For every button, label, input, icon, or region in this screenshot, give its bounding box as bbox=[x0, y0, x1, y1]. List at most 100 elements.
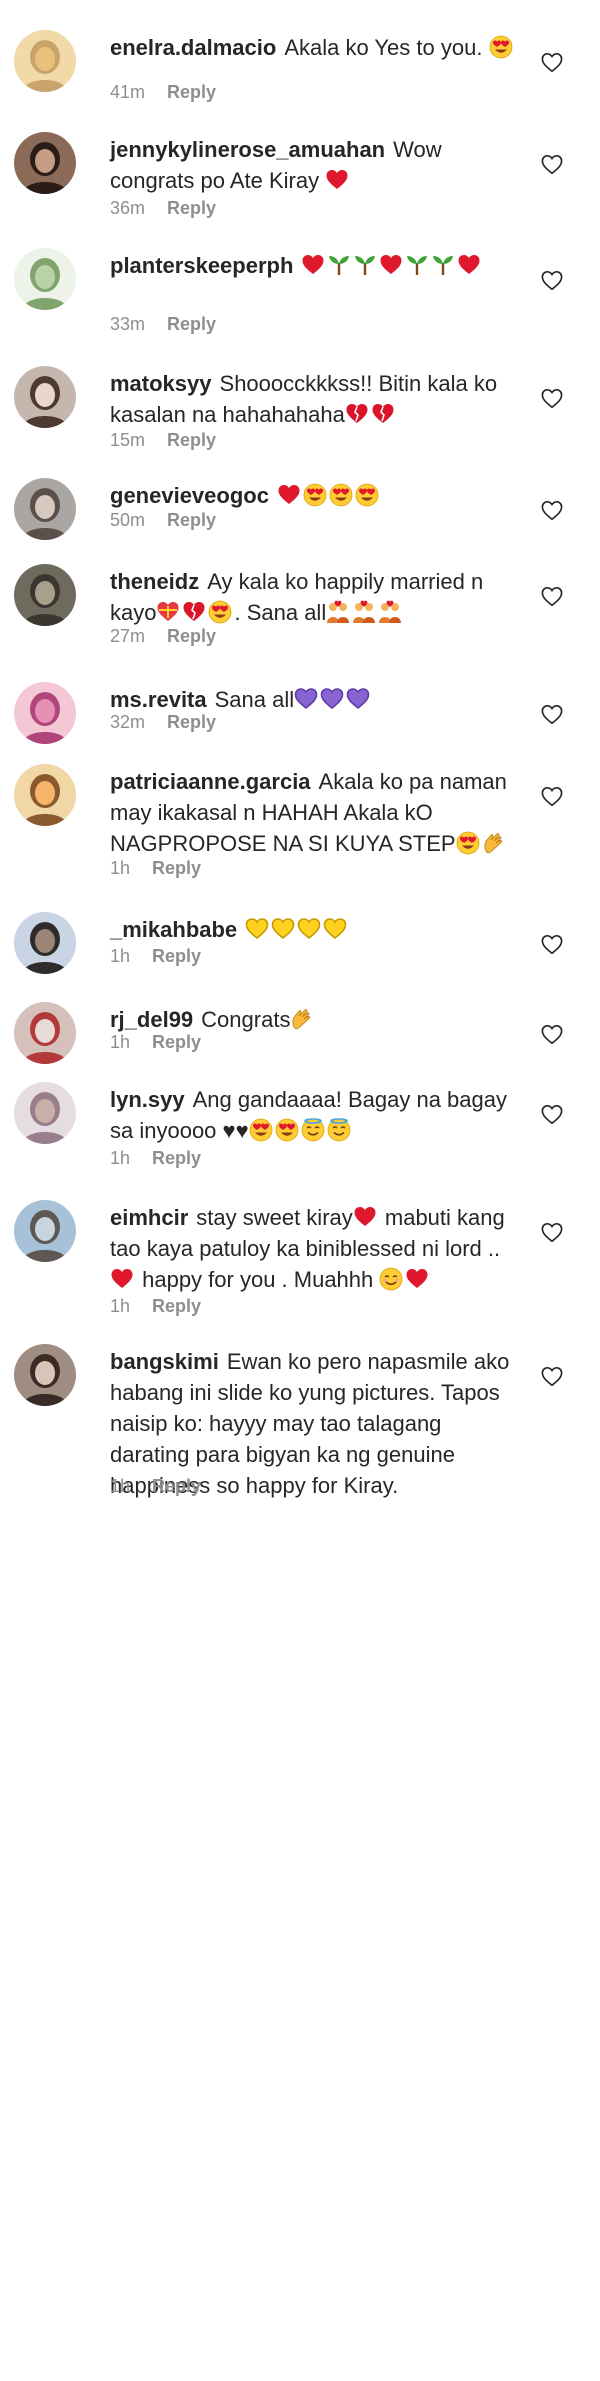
heart-eyes-face-icon bbox=[303, 483, 327, 507]
yellow-heart-icon bbox=[245, 917, 269, 941]
avatar[interactable] bbox=[14, 366, 76, 428]
avatar[interactable] bbox=[14, 682, 76, 744]
avatar[interactable] bbox=[14, 248, 76, 310]
comment-timestamp: 32m bbox=[110, 712, 146, 732]
comment-body: planterskeeperph bbox=[110, 250, 520, 281]
heart-eyes-face-icon bbox=[249, 1118, 273, 1142]
avatar[interactable] bbox=[14, 564, 76, 626]
comment-body: genevieveogoc bbox=[110, 480, 520, 511]
clapping-hands-icon bbox=[290, 1007, 314, 1031]
comment-username[interactable]: ms.revita bbox=[110, 687, 207, 712]
like-heart-icon[interactable] bbox=[540, 500, 564, 522]
reply-button[interactable]: Reply bbox=[167, 626, 216, 646]
yellow-heart-icon bbox=[323, 917, 347, 941]
like-heart-icon[interactable] bbox=[540, 786, 564, 808]
like-heart-icon[interactable] bbox=[540, 1222, 564, 1244]
avatar[interactable] bbox=[14, 478, 76, 540]
comment-timestamp: 36m bbox=[110, 198, 146, 218]
like-heart-icon[interactable] bbox=[540, 1024, 564, 1046]
reply-button[interactable]: Reply bbox=[152, 1148, 201, 1168]
avatar[interactable] bbox=[14, 30, 76, 92]
avatar[interactable] bbox=[14, 132, 76, 194]
comment-timestamp: 1h bbox=[110, 946, 131, 966]
avatar[interactable] bbox=[14, 1200, 76, 1262]
broken-heart-icon bbox=[371, 402, 395, 426]
comment-username[interactable]: bangskimi bbox=[110, 1349, 219, 1374]
red-heart-icon bbox=[457, 253, 481, 277]
like-heart-icon[interactable] bbox=[540, 1104, 564, 1126]
comment-username[interactable]: genevieveogoc bbox=[110, 483, 269, 508]
reply-button[interactable]: Reply bbox=[152, 946, 201, 966]
like-heart-icon[interactable] bbox=[540, 1366, 564, 1388]
comment-timestamp: 50m bbox=[110, 510, 146, 530]
heart-eyes-face-icon bbox=[329, 483, 353, 507]
comment-meta: 1h Reply bbox=[110, 1296, 201, 1317]
comment-body: enelra.dalmacio Akala ko Yes to you. bbox=[110, 32, 520, 63]
avatar[interactable] bbox=[14, 912, 76, 974]
comment-meta: 15m Reply bbox=[110, 430, 216, 451]
comment-username[interactable]: enelra.dalmacio bbox=[110, 35, 276, 60]
comment-username[interactable]: rj_del99 bbox=[110, 1007, 193, 1032]
reply-button[interactable]: Reply bbox=[167, 198, 216, 218]
comment-text: happy for you . Muahhh bbox=[136, 1267, 380, 1292]
seedling-icon bbox=[405, 253, 429, 277]
red-heart-icon bbox=[301, 253, 325, 277]
comment-meta: 27m Reply bbox=[110, 626, 216, 647]
reply-button[interactable]: Reply bbox=[152, 1476, 201, 1496]
comment-text: Akala ko Yes to you. bbox=[284, 35, 489, 60]
reply-button[interactable]: Reply bbox=[167, 82, 216, 102]
comment-body: theneidz Ay kala ko happily married n kay… bbox=[110, 566, 520, 628]
avatar[interactable] bbox=[14, 1082, 76, 1144]
like-heart-icon[interactable] bbox=[540, 934, 564, 956]
comment-timestamp: 41m bbox=[110, 82, 146, 102]
red-heart-icon bbox=[325, 168, 349, 192]
like-heart-icon[interactable] bbox=[540, 704, 564, 726]
avatar[interactable] bbox=[14, 1002, 76, 1064]
reply-button[interactable]: Reply bbox=[152, 1032, 201, 1052]
comment-username[interactable]: _mikahbabe bbox=[110, 917, 237, 942]
comment-body: ms.revita Sana all bbox=[110, 684, 520, 715]
avatar[interactable] bbox=[14, 1344, 76, 1406]
like-heart-icon[interactable] bbox=[540, 586, 564, 608]
like-heart-icon[interactable] bbox=[540, 270, 564, 292]
comment-timestamp: 33m bbox=[110, 314, 146, 334]
comment-timestamp: 15m bbox=[110, 430, 146, 450]
avatar[interactable] bbox=[14, 764, 76, 826]
comment-timestamp: 1h bbox=[110, 1476, 131, 1496]
purple-heart-icon bbox=[320, 687, 344, 711]
comment-meta: 1h Reply bbox=[110, 1476, 201, 1497]
red-heart-icon bbox=[277, 483, 301, 507]
reply-button[interactable]: Reply bbox=[167, 314, 216, 334]
comment-body: jennykylinerose_amuahan Wow congrats po A… bbox=[110, 134, 520, 196]
like-heart-icon[interactable] bbox=[540, 388, 564, 410]
comment-meta: 41m Reply bbox=[110, 82, 216, 103]
reply-button[interactable]: Reply bbox=[167, 510, 216, 530]
comment-username[interactable]: jennykylinerose_amuahan bbox=[110, 137, 385, 162]
comment-meta: 1h Reply bbox=[110, 946, 201, 967]
comment-username[interactable]: lyn.syy bbox=[110, 1087, 185, 1112]
comment-username[interactable]: patriciaanne.garcia bbox=[110, 769, 311, 794]
reply-button[interactable]: Reply bbox=[167, 430, 216, 450]
smiling-face-with-halo-icon bbox=[301, 1118, 325, 1142]
comment-text: Congrats bbox=[201, 1007, 291, 1032]
reply-button[interactable]: Reply bbox=[152, 1296, 201, 1316]
heart-eyes-face-icon bbox=[208, 600, 232, 624]
comment-body: eimhcir stay sweet kiray mabuti kang tao … bbox=[110, 1202, 520, 1295]
comment-timestamp: 1h bbox=[110, 858, 131, 878]
comment-meta: 1h Reply bbox=[110, 858, 201, 879]
red-heart-icon bbox=[379, 253, 403, 277]
seedling-icon bbox=[327, 253, 351, 277]
reply-button[interactable]: Reply bbox=[167, 712, 216, 732]
comment-body: lyn.syy Ang gandaaaa! Bagay na bagay sa i… bbox=[110, 1084, 520, 1146]
like-heart-icon[interactable] bbox=[540, 154, 564, 176]
red-heart-icon bbox=[110, 1267, 134, 1291]
comment-text: Sana all bbox=[214, 687, 295, 712]
comment-username[interactable]: theneidz bbox=[110, 569, 199, 594]
seedling-icon bbox=[353, 253, 377, 277]
reply-button[interactable]: Reply bbox=[152, 858, 201, 878]
comment-username[interactable]: planterskeeperph bbox=[110, 253, 293, 278]
comment-username[interactable]: eimhcir bbox=[110, 1205, 188, 1230]
like-heart-icon[interactable] bbox=[540, 52, 564, 74]
heart-eyes-face-icon bbox=[275, 1118, 299, 1142]
comment-username[interactable]: matoksyy bbox=[110, 371, 212, 396]
